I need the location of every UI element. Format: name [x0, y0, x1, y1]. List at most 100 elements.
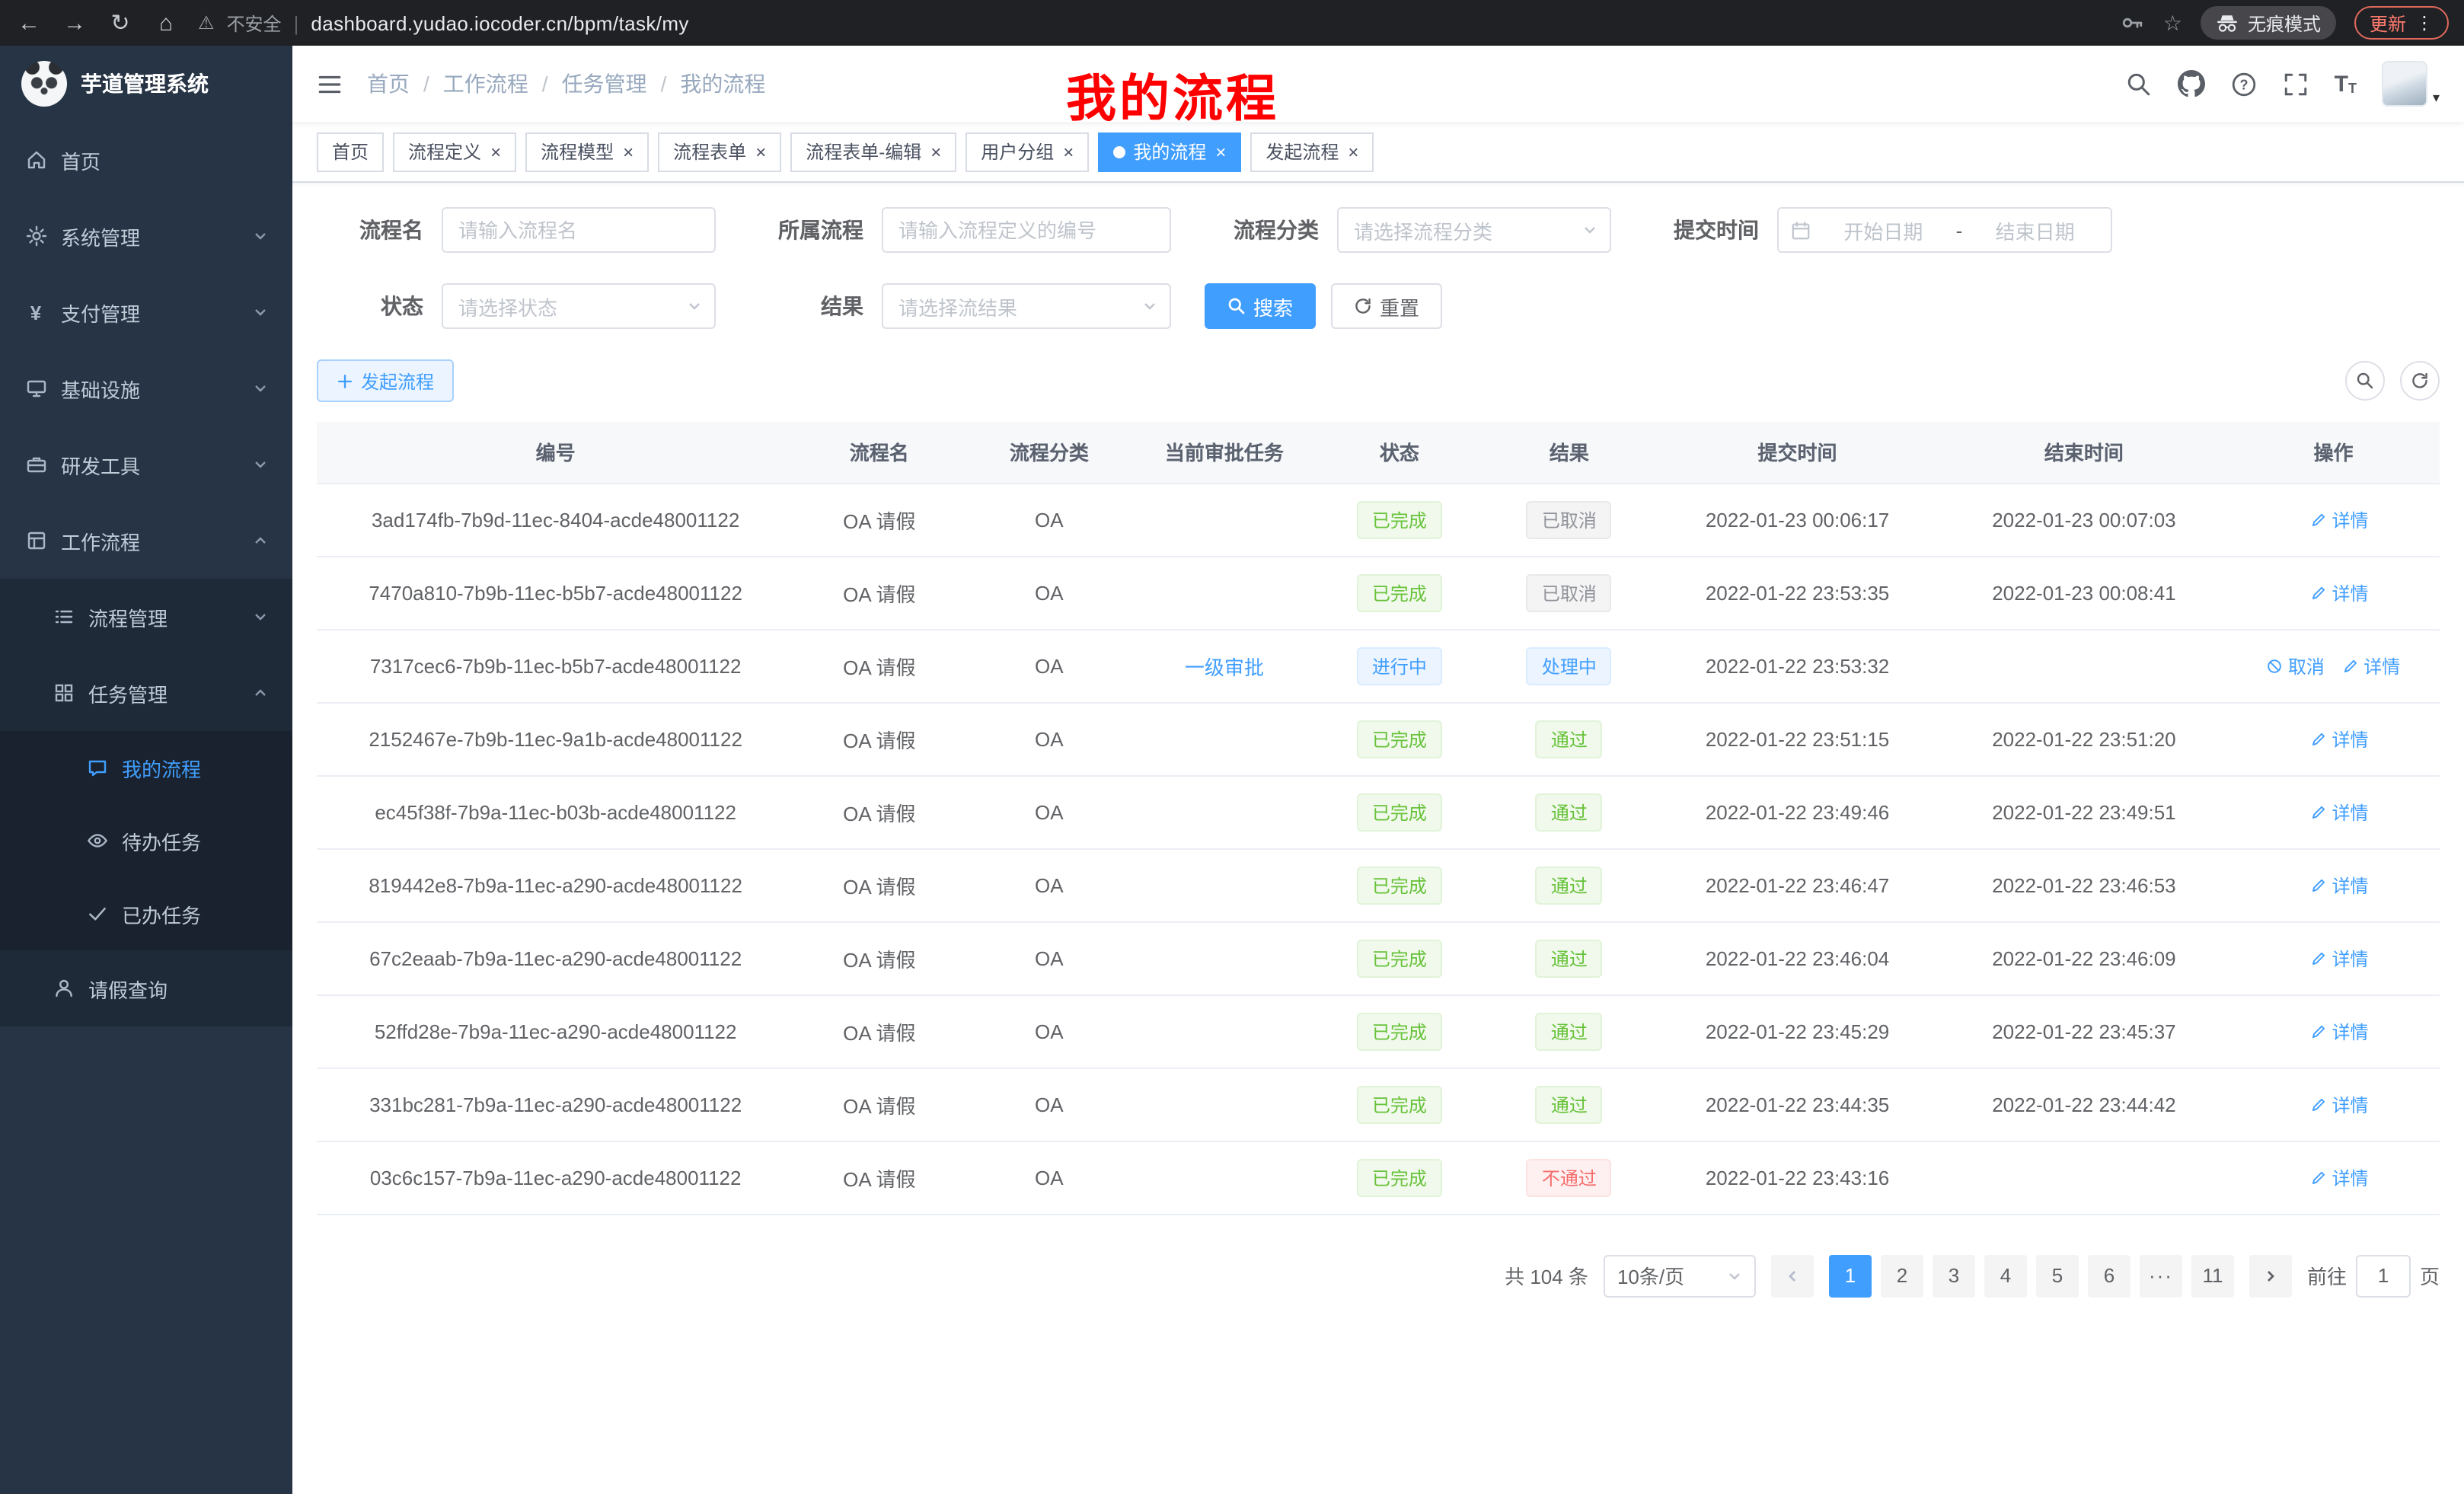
- date-range-picker[interactable]: 开始日期 - 结束日期: [1777, 207, 2112, 253]
- app-logo-row[interactable]: 芋道管理系统: [0, 46, 292, 122]
- page-size-select[interactable]: 10条/页: [1604, 1254, 1756, 1297]
- nav-tab[interactable]: 发起流程 ×: [1250, 132, 1374, 171]
- page-button[interactable]: 11: [2191, 1254, 2234, 1297]
- end-time: 2022-01-23 00:07:03: [1992, 508, 2175, 531]
- refresh-button[interactable]: [2400, 361, 2440, 401]
- sidebar-item-my-process[interactable]: 我的流程: [0, 731, 292, 804]
- filter-process-name: 流程名: [317, 207, 716, 253]
- browser-actions: ☆ 无痕模式 更新 ⋮: [2121, 6, 2449, 40]
- forward-icon[interactable]: →: [61, 10, 88, 36]
- nav-tab[interactable]: 流程模型 ×: [525, 132, 649, 171]
- process-id: 2152467e-7b9b-11ec-9a1b-acde48001122: [369, 727, 742, 750]
- breadcrumb-item[interactable]: 任务管理: [562, 69, 647, 99]
- nav-tab[interactable]: 用户分组 ×: [965, 132, 1089, 171]
- reload-icon[interactable]: ↻: [107, 9, 134, 37]
- page-button[interactable]: 6: [2088, 1254, 2130, 1297]
- sidebar-item-process-management[interactable]: 流程管理: [0, 579, 292, 655]
- cancel-link[interactable]: 取消: [2267, 653, 2325, 678]
- page-button[interactable]: ···: [2140, 1254, 2182, 1297]
- detail-link[interactable]: 详情: [2342, 653, 2400, 678]
- close-icon[interactable]: ×: [1063, 142, 1074, 161]
- process-def-input[interactable]: [882, 207, 1171, 253]
- sidebar-item-infrastructure[interactable]: 基础设施: [0, 350, 292, 426]
- detail-link[interactable]: 详情: [2311, 1164, 2369, 1190]
- browser-home-icon[interactable]: ⌂: [152, 10, 180, 36]
- page-button[interactable]: 5: [2036, 1254, 2079, 1297]
- back-icon[interactable]: ←: [15, 10, 43, 36]
- sidebar-item-devtools[interactable]: 研发工具: [0, 426, 292, 503]
- detail-link[interactable]: 详情: [2311, 726, 2369, 752]
- sidebar-item-home[interactable]: 首页: [0, 122, 292, 198]
- sidebar-item-workflow[interactable]: 工作流程: [0, 503, 292, 579]
- breadcrumb: 首页 / 工作流程 / 任务管理 / 我的流程: [367, 69, 765, 99]
- reset-button-label: 重置: [1380, 292, 1419, 321]
- sidebar-item-leave-query[interactable]: 请假查询: [0, 950, 292, 1026]
- bookmark-star-icon[interactable]: ☆: [2163, 10, 2182, 36]
- process-id: 331bc281-7b9a-11ec-a290-acde48001122: [369, 1093, 742, 1116]
- browser-menu-icon[interactable]: ⋮: [2415, 12, 2434, 34]
- sidebar-item-system[interactable]: 系统管理: [0, 198, 292, 274]
- breadcrumb-item[interactable]: 工作流程: [443, 69, 528, 99]
- chat-icon: [85, 757, 108, 778]
- nav-tab[interactable]: 流程表单-编辑 ×: [790, 132, 956, 171]
- close-icon[interactable]: ×: [1348, 142, 1358, 161]
- detail-link[interactable]: 详情: [2311, 506, 2369, 532]
- close-icon[interactable]: ×: [755, 142, 766, 161]
- detail-link[interactable]: 详情: [2311, 1091, 2369, 1117]
- nav-tab[interactable]: 流程定义 ×: [393, 132, 516, 171]
- address-bar[interactable]: ⚠ 不安全 | dashboard.yudao.iocoder.cn/bpm/t…: [198, 10, 2102, 36]
- detail-link[interactable]: 详情: [2311, 799, 2369, 825]
- fullscreen-icon[interactable]: [2283, 71, 2309, 97]
- process-id: 03c6c157-7b9a-11ec-a290-acde48001122: [370, 1166, 742, 1189]
- sidebar-item-task-management[interactable]: 任务管理: [0, 655, 292, 731]
- page-button[interactable]: 3: [1933, 1254, 1975, 1297]
- goto-page-input[interactable]: [2356, 1254, 2411, 1297]
- search-button[interactable]: 搜索: [1205, 283, 1316, 329]
- toggle-search-button[interactable]: [2345, 361, 2385, 401]
- avatar[interactable]: [2383, 61, 2428, 107]
- page-button[interactable]: 2: [1881, 1254, 1923, 1297]
- nav-tab[interactable]: 我的流程 ×: [1098, 132, 1241, 171]
- key-icon[interactable]: [2121, 11, 2145, 35]
- close-icon[interactable]: ×: [623, 142, 634, 161]
- page-button[interactable]: 4: [1984, 1254, 2027, 1297]
- process-id: ec45f38f-7b9a-11ec-b03b-acde48001122: [375, 800, 736, 823]
- close-icon[interactable]: ×: [490, 142, 501, 161]
- sidebar-item-todo-tasks[interactable]: 待办任务: [0, 804, 292, 877]
- next-page-button[interactable]: [2249, 1254, 2292, 1297]
- status-badge: 已完成: [1357, 1158, 1442, 1196]
- create-process-button[interactable]: 发起流程: [317, 359, 454, 402]
- close-icon[interactable]: ×: [930, 142, 941, 161]
- category-select[interactable]: 请选择流程分类: [1337, 207, 1611, 253]
- status-select[interactable]: 请选择状态: [442, 283, 716, 329]
- detail-link[interactable]: 详情: [2311, 872, 2369, 898]
- prev-page-button[interactable]: [1771, 1254, 1814, 1297]
- sidebar-collapse-icon[interactable]: [317, 71, 343, 97]
- sidebar-item-done-tasks[interactable]: 已办任务: [0, 877, 292, 950]
- detail-link[interactable]: 详情: [2311, 1018, 2369, 1044]
- detail-label: 详情: [2332, 1018, 2369, 1044]
- result-select[interactable]: 请选择流结果: [882, 283, 1171, 329]
- sidebar-item-label: 我的流程: [122, 753, 201, 782]
- close-icon[interactable]: ×: [1215, 142, 1226, 161]
- process-name: OA 请假: [843, 583, 915, 605]
- font-size-icon[interactable]: TT: [2335, 72, 2357, 95]
- sidebar-item-label: 首页: [61, 145, 101, 174]
- nav-tab[interactable]: 流程表单 ×: [658, 132, 781, 171]
- user-menu[interactable]: ▾: [2383, 61, 2440, 107]
- detail-link[interactable]: 详情: [2311, 579, 2369, 605]
- breadcrumb-item[interactable]: 首页: [367, 69, 410, 99]
- detail-link[interactable]: 详情: [2311, 945, 2369, 971]
- reset-button[interactable]: 重置: [1331, 283, 1442, 329]
- help-icon[interactable]: ?: [2231, 71, 2257, 97]
- process-name-input[interactable]: [442, 207, 716, 253]
- page-button[interactable]: 1: [1829, 1254, 1872, 1297]
- search-icon[interactable]: [2126, 71, 2152, 97]
- column-header: 结束时间: [1941, 422, 2227, 483]
- current-task-link[interactable]: 一级审批: [1185, 656, 1264, 678]
- result-badge: 通过: [1536, 866, 1603, 904]
- nav-tab[interactable]: 首页 ×: [317, 132, 384, 171]
- sidebar-item-payment[interactable]: ¥ 支付管理: [0, 274, 292, 350]
- github-icon[interactable]: [2178, 70, 2205, 97]
- update-button[interactable]: 更新 ⋮: [2354, 6, 2449, 40]
